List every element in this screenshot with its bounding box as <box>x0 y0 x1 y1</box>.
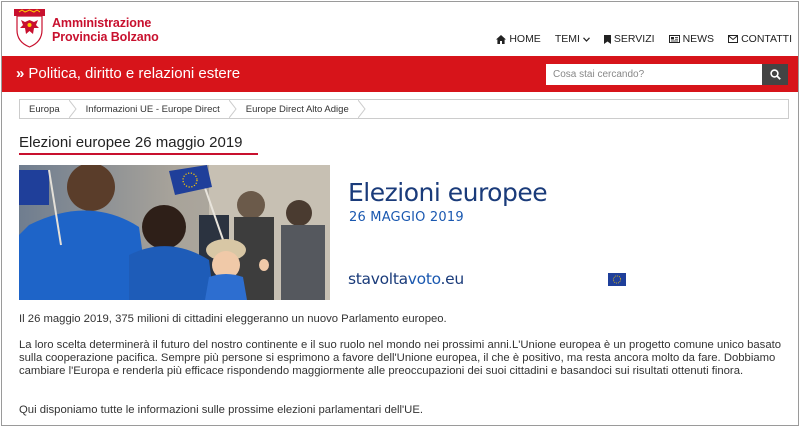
browser-frame: Amministrazione Provincia Bolzano HOME T… <box>1 1 799 426</box>
breadcrumb-separator-icon <box>68 100 77 118</box>
breadcrumb-item-info-ue[interactable]: Informazioni UE - Europe Direct <box>77 100 229 118</box>
envelope-icon <box>728 35 739 43</box>
breadcrumb: Europa Informazioni UE - Europe Direct E… <box>19 99 789 119</box>
promo-date: 26 MAGGIO 2019 <box>349 210 464 225</box>
nav-servizi[interactable]: SERVIZI <box>603 33 655 45</box>
body-paragraph: La loro scelta determinerà il futuro del… <box>19 339 782 377</box>
breadcrumb-label: Informazioni UE - Europe Direct <box>85 103 220 115</box>
bookmark-icon <box>603 34 611 44</box>
breadcrumb-separator-icon <box>228 100 237 118</box>
title-underline <box>19 153 258 155</box>
hero-photo <box>19 165 330 300</box>
promo-url-part3: .eu <box>440 270 465 288</box>
top-navigation: HOME TEMI SERVIZI NEWS CONTATTI <box>496 33 792 45</box>
newspaper-icon <box>668 35 680 43</box>
brand-name[interactable]: Amministrazione Provincia Bolzano <box>52 16 159 44</box>
promo-url[interactable]: stavoltavoto.eu <box>348 270 464 288</box>
section-title-label: Politica, diritto e relazioni estere <box>28 65 241 82</box>
breadcrumb-item-europe-direct[interactable]: Europe Direct Alto Adige <box>237 100 358 118</box>
brand-line-1: Amministrazione <box>52 16 152 30</box>
nav-servizi-label: SERVIZI <box>613 33 655 45</box>
breadcrumb-item-europa[interactable]: Europa <box>20 100 69 118</box>
promo-url-part1: stavolta <box>348 270 408 288</box>
promo-url-part2: voto <box>407 270 441 288</box>
intro-paragraph: Il 26 maggio 2019, 375 milioni di cittad… <box>19 313 447 325</box>
site-header: Amministrazione Provincia Bolzano HOME T… <box>2 2 798 56</box>
promo-title: Elezioni europee <box>348 178 548 207</box>
breadcrumb-label: Europa <box>29 103 60 115</box>
nav-temi-label: TEMI <box>554 33 580 45</box>
nav-contatti[interactable]: CONTATTI <box>728 33 792 45</box>
nav-news-label: NEWS <box>682 33 715 45</box>
section-title[interactable]: » Politica, diritto e relazioni estere <box>16 65 240 82</box>
breadcrumb-label: Europe Direct Alto Adige <box>245 103 349 115</box>
search-icon <box>769 69 781 80</box>
nav-news[interactable]: NEWS <box>668 33 715 45</box>
section-bar: » Politica, diritto e relazioni estere <box>2 56 798 92</box>
nav-home[interactable]: HOME <box>496 33 541 45</box>
double-chevron-icon: » <box>16 65 25 82</box>
home-icon <box>496 34 507 44</box>
page-title: Elezioni europee 26 maggio 2019 <box>19 134 243 151</box>
nav-home-label: HOME <box>509 33 541 45</box>
coat-of-arms-logo[interactable] <box>13 8 46 48</box>
search-input[interactable] <box>546 64 762 85</box>
closing-paragraph: Qui disponiamo tutte le informazioni sul… <box>19 404 424 416</box>
nav-contatti-label: CONTATTI <box>741 33 792 45</box>
chevron-down-icon <box>582 36 590 42</box>
eu-flag-icon <box>608 273 626 286</box>
search-button[interactable] <box>762 64 788 85</box>
nav-temi[interactable]: TEMI <box>555 33 590 45</box>
brand-line-2: Provincia Bolzano <box>52 30 159 44</box>
breadcrumb-separator-icon <box>357 100 366 118</box>
